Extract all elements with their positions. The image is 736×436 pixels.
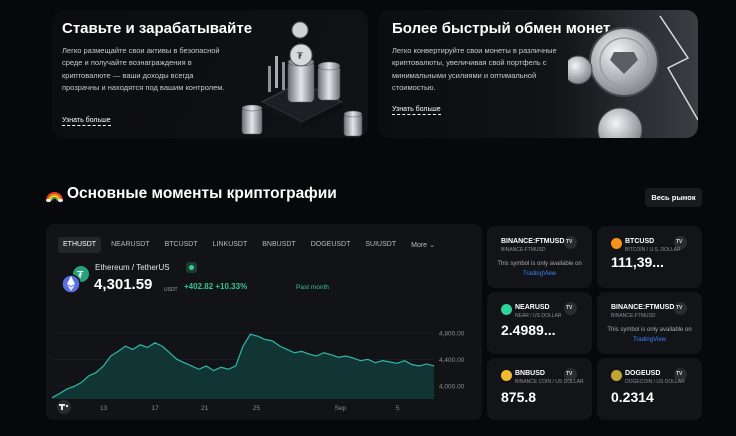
ticker-value: 2.4989... <box>501 322 556 338</box>
x-tick-label: 13 <box>100 405 108 412</box>
price-area <box>52 334 434 399</box>
tradingview-link[interactable]: TradingView <box>633 337 666 343</box>
tradingview-icon <box>564 302 577 315</box>
stake-learn-more-link[interactable]: Узнать больше <box>62 117 111 126</box>
stake-card: Ставьте и зарабатывайте Легко размещайте… <box>52 10 368 138</box>
y-tick-label: 4,800.00 <box>439 330 465 337</box>
ticker-subtitle: BINANCE COIN / US DOLLAR <box>515 379 584 385</box>
ticker-subtitle: BINANCE:FTMUSD <box>501 247 546 253</box>
tab-bnbusdt[interactable]: BNBUSDT <box>257 237 300 253</box>
price-change: +402.82 +10.33% <box>184 282 247 291</box>
x-tick-label: Sep <box>335 405 347 412</box>
ticker-symbol: BTCUSD <box>625 238 655 245</box>
ticker-card-ftm-2[interactable]: BINANCE:FTMUSD BINANCE:FTMUSD This symbo… <box>597 292 702 354</box>
ticker-unavailable-text: This symbol is only available on <box>607 327 692 333</box>
tab-nearusdt[interactable]: NEARUSDT <box>106 237 155 253</box>
ticker-card-near[interactable]: NEARUSD NEAR / US DOLLAR 2.4989... <box>487 292 592 354</box>
ticker-card-bnb[interactable]: BNBUSD BINANCE COIN / US DOLLAR 875.8 <box>487 358 592 420</box>
tradingview-icon <box>674 302 687 315</box>
period-label: Past month <box>296 284 329 291</box>
rainbow-icon <box>46 191 63 202</box>
x-tick-label: 25 <box>253 405 261 412</box>
tab-suiusdt[interactable]: SUIUSDT <box>360 237 401 253</box>
coin-stack-illustration: ₮ <box>241 21 363 137</box>
swap-learn-more-link[interactable]: Узнать больше <box>392 106 441 115</box>
swap-coins-illustration <box>568 15 698 138</box>
ticker-symbol: NEARUSD <box>515 304 550 311</box>
ticker-unavailable-note: This symbol is only available on TradingV… <box>487 259 592 279</box>
tradingview-logo-icon <box>57 400 71 414</box>
ticker-subtitle: NEAR / US DOLLAR <box>515 313 562 319</box>
bnb-icon <box>501 370 512 381</box>
tab-btcusdt[interactable]: BTCUSDT <box>160 237 203 253</box>
all-market-button[interactable]: Весь рынок <box>645 188 702 207</box>
ticker-symbol: DOGEUSD <box>625 370 661 377</box>
near-icon <box>501 304 512 315</box>
section-title: Основные моменты криптографии <box>67 185 337 202</box>
swap-card-body: Легко конвертируйте свои монеты в различ… <box>392 46 557 92</box>
price-currency: USDT <box>164 287 178 293</box>
ticker-subtitle: DOGECOIN / US DOLLAR <box>625 379 685 385</box>
ticker-card-doge[interactable]: DOGEUSD DOGECOIN / US DOLLAR 0.2314 <box>597 358 702 420</box>
tradingview-icon <box>564 236 577 249</box>
ticker-subtitle: BITCOIN / U.S. DOLLAR <box>625 247 681 253</box>
ticker-card-ftm-1[interactable]: BINANCE:FTMUSD BINANCE:FTMUSD This symbo… <box>487 226 592 288</box>
price-change-pct: +10.33% <box>215 282 248 291</box>
tab-more-label: More <box>411 242 428 249</box>
dogecoin-icon <box>611 370 622 381</box>
x-tick-label: 21 <box>201 405 209 412</box>
ticker-subtitle: BINANCE:FTMUSD <box>611 313 656 319</box>
price-chart[interactable]: 4,800.00 4,400.00 4,000.00 13 17 21 25 Sep 5 <box>46 319 482 420</box>
symbol-tabs: ETHUSDT NEARUSDT BTCUSDT LINKUSDT BNBUSD… <box>58 237 445 253</box>
chevron-down-icon: ⌄ <box>429 242 435 249</box>
ticker-value: 111,39... <box>611 254 664 270</box>
x-tick-label: 5 <box>396 405 400 412</box>
x-tick-label: 17 <box>152 405 160 412</box>
tab-ethusdt[interactable]: ETHUSDT <box>58 237 102 253</box>
ticker-value: 0.2314 <box>611 389 654 405</box>
ticker-symbol: BINANCE:FTMUSD <box>611 304 675 311</box>
svg-text:₮: ₮ <box>297 52 303 62</box>
section-header: Основные моменты криптографии <box>46 185 337 203</box>
tab-dogeusdt[interactable]: DOGEUSDT <box>306 237 356 253</box>
ticker-card-btc[interactable]: BTCUSD BITCOIN / U.S. DOLLAR 111,39... <box>597 226 702 288</box>
stake-card-body: Легко размещайте свои активы в безопасно… <box>62 46 225 92</box>
ticker-unavailable-text: This symbol is only available on <box>497 261 582 267</box>
ticker-value: 875.8 <box>501 389 537 405</box>
ticker-symbol: BINANCE:FTMUSD <box>501 238 565 245</box>
stake-card-title: Ставьте и зарабатывайте <box>62 20 253 37</box>
ticker-unavailable-note: This symbol is only available on TradingV… <box>597 325 702 345</box>
chart-panel: ETHUSDT NEARUSDT BTCUSDT LINKUSDT BNBUSD… <box>46 224 482 420</box>
y-tick-label: 4,000.00 <box>439 383 465 390</box>
eth-usdt-pair-icon: ₮ <box>61 266 89 294</box>
swap-card: Более быстрый обмен монет Легко конверти… <box>378 10 698 138</box>
tab-linkusdt[interactable]: LINKUSDT <box>208 237 253 253</box>
pair-name: Ethereum / TetherUS <box>95 263 170 272</box>
tradingview-link[interactable]: TradingView <box>523 271 556 277</box>
tab-more[interactable]: More ⌄ <box>406 237 440 253</box>
live-status-indicator <box>186 262 197 273</box>
bitcoin-icon <box>611 238 622 249</box>
ticker-symbol: BNBUSD <box>515 370 545 377</box>
y-tick-label: 4,400.00 <box>439 357 465 364</box>
current-price: 4,301.59 <box>94 276 153 293</box>
price-change-abs: +402.82 <box>184 282 214 291</box>
